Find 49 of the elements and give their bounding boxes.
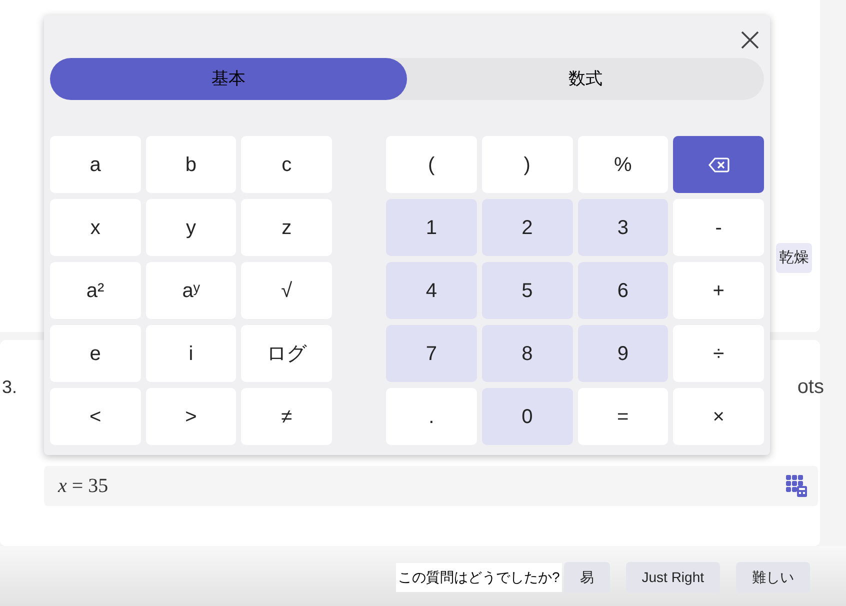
calculator-key[interactable]: ( <box>386 136 477 193</box>
calculator-key[interactable]: a² <box>50 262 141 319</box>
calculator-key[interactable]: √ <box>241 262 332 319</box>
calculator-key[interactable]: + <box>673 262 764 319</box>
backspace-icon <box>708 156 730 172</box>
calculator-icon[interactable] <box>786 475 808 497</box>
calculator-key[interactable]: 0 <box>482 388 572 445</box>
calculator-key[interactable]: ログ <box>241 325 332 382</box>
close-icon <box>741 31 759 49</box>
calculator-key[interactable]: 3 <box>578 199 668 256</box>
backspace-key[interactable] <box>673 136 764 193</box>
calculator-key[interactable]: > <box>146 388 236 445</box>
calculator-key[interactable]: e <box>50 325 141 382</box>
calculator-key[interactable]: - <box>673 199 764 256</box>
calculator-key[interactable]: x <box>50 199 141 256</box>
calculator-key[interactable]: 1 <box>386 199 477 256</box>
tab[interactable]: 基本 <box>50 58 407 100</box>
question-number: 3. <box>1 376 18 398</box>
calculator-key[interactable]: 2 <box>482 199 572 256</box>
answer-value: x = 35 <box>58 474 108 499</box>
calculator-key[interactable]: % <box>578 136 668 193</box>
calculator-key[interactable]: 5 <box>482 262 572 319</box>
calculator-key[interactable]: a <box>50 136 141 193</box>
calculator-key[interactable]: = <box>578 388 668 445</box>
tag-chip: 乾燥 <box>776 243 812 273</box>
calculator-key[interactable]: 8 <box>482 325 572 382</box>
calculator-key[interactable]: ≠ <box>241 388 332 445</box>
calculator-key[interactable]: ) <box>482 136 572 193</box>
answer-field[interactable]: x = 35 <box>44 466 818 506</box>
calculator-key[interactable]: 9 <box>578 325 668 382</box>
calculator-key[interactable]: b <box>146 136 236 193</box>
calculator-key[interactable]: 6 <box>578 262 668 319</box>
calculator-key[interactable]: 7 <box>386 325 477 382</box>
calculator-key[interactable]: 4 <box>386 262 477 319</box>
calculator-key[interactable]: ÷ <box>673 325 764 382</box>
question-text: ots <box>797 375 824 400</box>
feedback-prompt: この質問はどうでしたか? <box>396 562 562 592</box>
calculator-key[interactable]: × <box>673 388 764 445</box>
calculator-key[interactable]: i <box>146 325 236 382</box>
feedback-button[interactable]: 難しい <box>736 562 810 592</box>
feedback-button[interactable]: 易 <box>564 562 610 592</box>
tab[interactable]: 数式 <box>407 58 764 100</box>
feedback-button[interactable]: Just Right <box>626 562 720 592</box>
calculator-key[interactable]: < <box>50 388 141 445</box>
calculator-key[interactable]: z <box>241 199 332 256</box>
calculator-key[interactable]: . <box>386 388 477 445</box>
calculator-key[interactable]: y <box>146 199 236 256</box>
calculator-key[interactable]: aʸ <box>146 262 236 319</box>
calculator-key[interactable]: c <box>241 136 332 193</box>
